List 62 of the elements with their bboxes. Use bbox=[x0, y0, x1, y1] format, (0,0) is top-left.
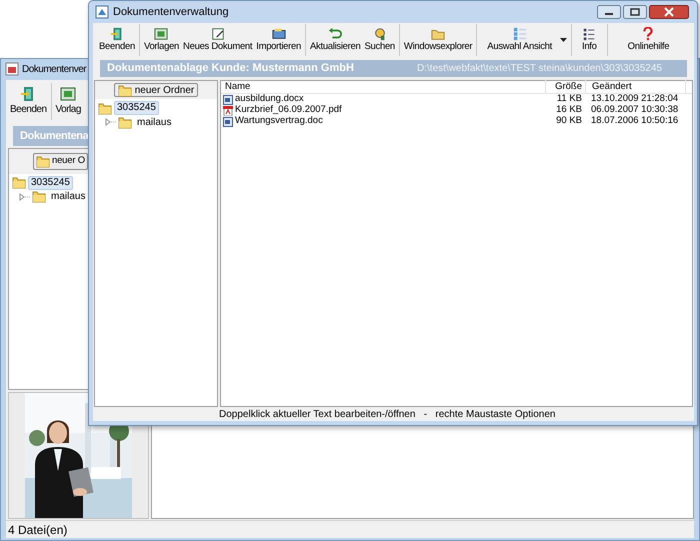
word-file-icon bbox=[223, 94, 233, 104]
table-cell-text: 11 KB bbox=[556, 92, 583, 105]
expand-arrow-icon bbox=[18, 192, 30, 201]
window-title: Dokumentenver bbox=[22, 62, 86, 76]
toolbar-button[interactable]: Vorlagen bbox=[142, 24, 182, 56]
refresh-icon bbox=[328, 27, 342, 41]
minimize-button[interactable] bbox=[597, 5, 621, 19]
file-name[interactable]: Wartungsvertrag.doc bbox=[235, 114, 323, 129]
folder-window-icon bbox=[60, 86, 76, 102]
banner-title: Dokumentena bbox=[20, 128, 88, 144]
folder-icon bbox=[118, 84, 132, 96]
info-list-icon bbox=[582, 27, 596, 41]
table-cell-text: 90 KB bbox=[555, 114, 583, 128]
folder-icon bbox=[36, 154, 50, 168]
app-icon bbox=[5, 62, 19, 76]
toolbar-button[interactable]: Vorlag bbox=[54, 81, 82, 122]
column-header[interactable]: Name bbox=[221, 80, 546, 94]
tree-item[interactable]: 3035245 bbox=[114, 101, 159, 115]
status-text: Doppelklick aktueller Text bearbeiten-/öffnen - rechte Maustaste Optionen bbox=[219, 408, 556, 422]
new-folder-button[interactable]: neuer Ordner bbox=[114, 83, 198, 97]
document-pen-icon bbox=[210, 27, 225, 41]
column-header[interactable]: Geändert bbox=[586, 80, 686, 94]
toolbar-button[interactable]: Windowsexplorer bbox=[402, 24, 474, 56]
window-title: Dokumentenverwaltung bbox=[113, 4, 229, 20]
word-file-icon bbox=[223, 116, 233, 126]
folder-icon bbox=[12, 176, 26, 190]
tree-item[interactable]: mailaus bbox=[134, 114, 174, 130]
toolbar-button[interactable]: Importieren bbox=[254, 24, 303, 56]
toolbar-button[interactable]: Beenden bbox=[97, 24, 137, 56]
toolbar-button[interactable]: Info bbox=[574, 24, 605, 56]
expand-arrow-icon bbox=[104, 118, 116, 126]
table-cell-text: 06.09.2007 10:30:38 bbox=[590, 103, 680, 116]
toolbar-button[interactable]: Suchen bbox=[362, 24, 397, 56]
maximize-button[interactable] bbox=[623, 5, 647, 19]
folder-path: D:\test\webfakt\texte\TEST steina\kunden\303\3035245 bbox=[417, 62, 662, 76]
table-cell-text: 18.07.2006 10:50:16 bbox=[590, 114, 680, 128]
toolbar-button[interactable]: Onlinehilfe bbox=[610, 24, 688, 56]
folder-icon bbox=[118, 116, 132, 128]
toolbar-button[interactable]: Neues Dokument bbox=[181, 24, 254, 56]
door-icon bbox=[110, 27, 124, 41]
table-cell-text: 13.10.2009 21:28:04 bbox=[590, 92, 680, 105]
column-header[interactable]: Größe bbox=[546, 80, 586, 94]
toolbar-button[interactable]: Aktualisieren bbox=[308, 24, 362, 56]
pdf-file-icon bbox=[223, 106, 233, 116]
table-cell-text: 16 KB bbox=[555, 103, 583, 116]
close-button[interactable] bbox=[649, 5, 689, 19]
search-icon bbox=[372, 27, 387, 41]
question-mark-icon bbox=[641, 27, 656, 41]
tree-item[interactable]: 3035245 bbox=[28, 176, 73, 190]
toolbar-button[interactable]: Beenden bbox=[9, 81, 48, 122]
list-view-icon bbox=[512, 27, 527, 41]
app-icon bbox=[95, 5, 109, 19]
folder-icon bbox=[431, 27, 446, 41]
banner-title: Dokumentenablage Kunde: Mustermann GmbH bbox=[107, 61, 354, 76]
tree-item[interactable]: mailaus bbox=[48, 188, 88, 206]
folder-icon bbox=[32, 190, 46, 204]
folder-window-icon bbox=[154, 27, 168, 41]
status-text: 4 Datei(en) bbox=[8, 522, 68, 538]
folder-icon bbox=[98, 102, 112, 114]
import-icon bbox=[272, 27, 286, 41]
new-folder-button[interactable]: neuer O bbox=[33, 152, 88, 170]
toolbar-button[interactable]: Auswahl Ansicht bbox=[479, 24, 560, 56]
